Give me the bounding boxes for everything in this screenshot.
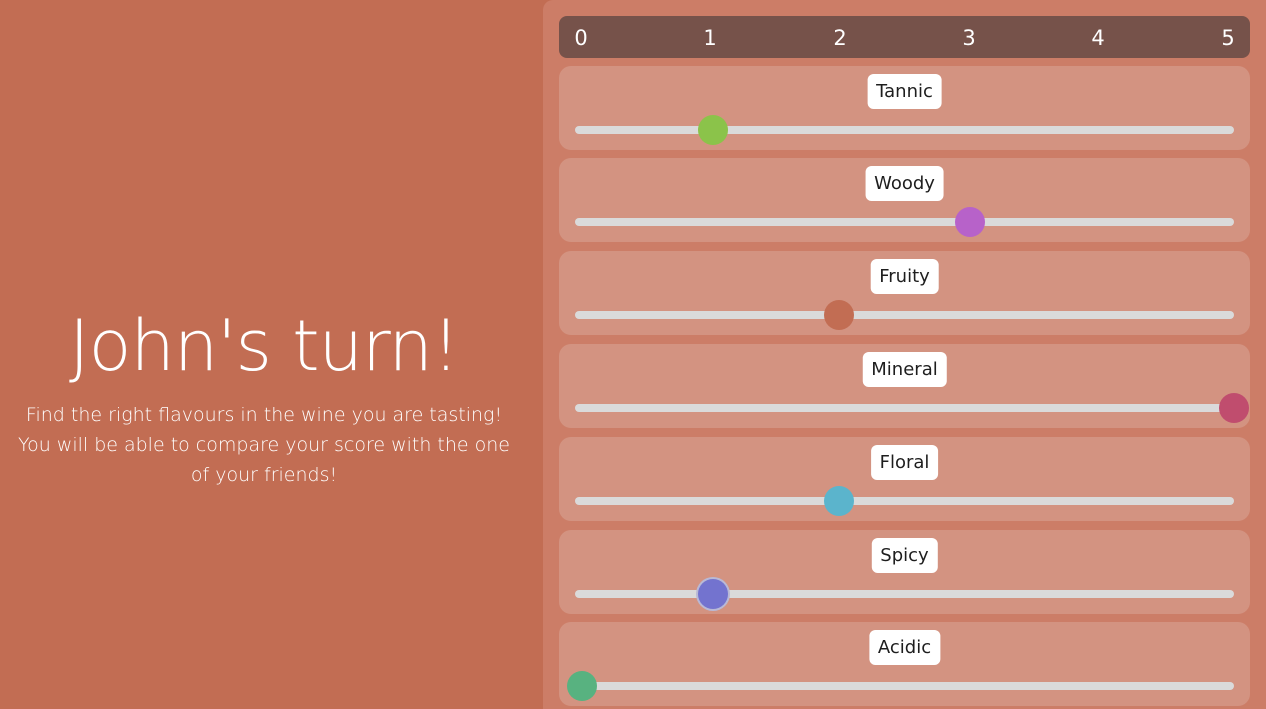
- turn-title: John's turn!: [69, 305, 460, 387]
- slider-label-spicy: Spicy: [871, 538, 938, 573]
- slider-track-mineral[interactable]: [575, 404, 1234, 412]
- slider-label-woody: Woody: [865, 166, 944, 201]
- slider-track-woody[interactable]: [575, 218, 1234, 226]
- slider-thumb-floral[interactable]: [823, 486, 854, 516]
- slider-label-acidic: Acidic: [868, 630, 941, 665]
- intro-line-2: You will be able to compare your score w…: [17, 434, 510, 486]
- slider-card-mineral: Mineral: [559, 344, 1250, 428]
- slider-track-tannic[interactable]: [575, 126, 1234, 134]
- slider-label-mineral: Mineral: [862, 352, 947, 387]
- slider-thumb-fruity[interactable]: [823, 300, 854, 330]
- slider-thumb-mineral[interactable]: [1219, 393, 1249, 423]
- slider-card-acidic: Acidic: [559, 622, 1250, 706]
- intro-line-1: Find the right flavours in the wine you …: [25, 404, 503, 426]
- scale-tick-0: 0: [574, 26, 588, 50]
- slider-label-tannic: Tannic: [867, 74, 942, 109]
- flavour-panel: 0 1 2 3 4 5 Tannic Woody Fruity Mineral …: [543, 0, 1266, 709]
- scale-tick-2: 2: [833, 26, 847, 50]
- slider-thumb-acidic[interactable]: [566, 671, 597, 701]
- intro-panel: John's turn! Find the right flavours in …: [0, 0, 528, 709]
- slider-track-acidic[interactable]: [575, 682, 1234, 690]
- scale-tick-1: 1: [703, 26, 717, 50]
- slider-thumb-tannic[interactable]: [698, 115, 729, 145]
- slider-card-fruity: Fruity: [559, 251, 1250, 335]
- slider-label-floral: Floral: [870, 445, 939, 480]
- slider-track-spicy[interactable]: [575, 590, 1234, 598]
- slider-thumb-woody[interactable]: [955, 207, 986, 237]
- slider-card-spicy: Spicy: [559, 530, 1250, 614]
- scale-tick-3: 3: [962, 26, 976, 50]
- slider-thumb-spicy[interactable]: [698, 579, 729, 609]
- slider-card-woody: Woody: [559, 158, 1250, 242]
- slider-card-tannic: Tannic: [559, 66, 1250, 150]
- slider-card-floral: Floral: [559, 437, 1250, 521]
- slider-track-floral[interactable]: [575, 497, 1234, 505]
- intro-description: Find the right flavours in the wine you …: [10, 400, 518, 490]
- scale-tick-4: 4: [1091, 26, 1105, 50]
- scale-bar: 0 1 2 3 4 5: [559, 16, 1250, 58]
- slider-label-fruity: Fruity: [870, 259, 939, 294]
- slider-track-fruity[interactable]: [575, 311, 1234, 319]
- scale-tick-5: 5: [1221, 26, 1235, 50]
